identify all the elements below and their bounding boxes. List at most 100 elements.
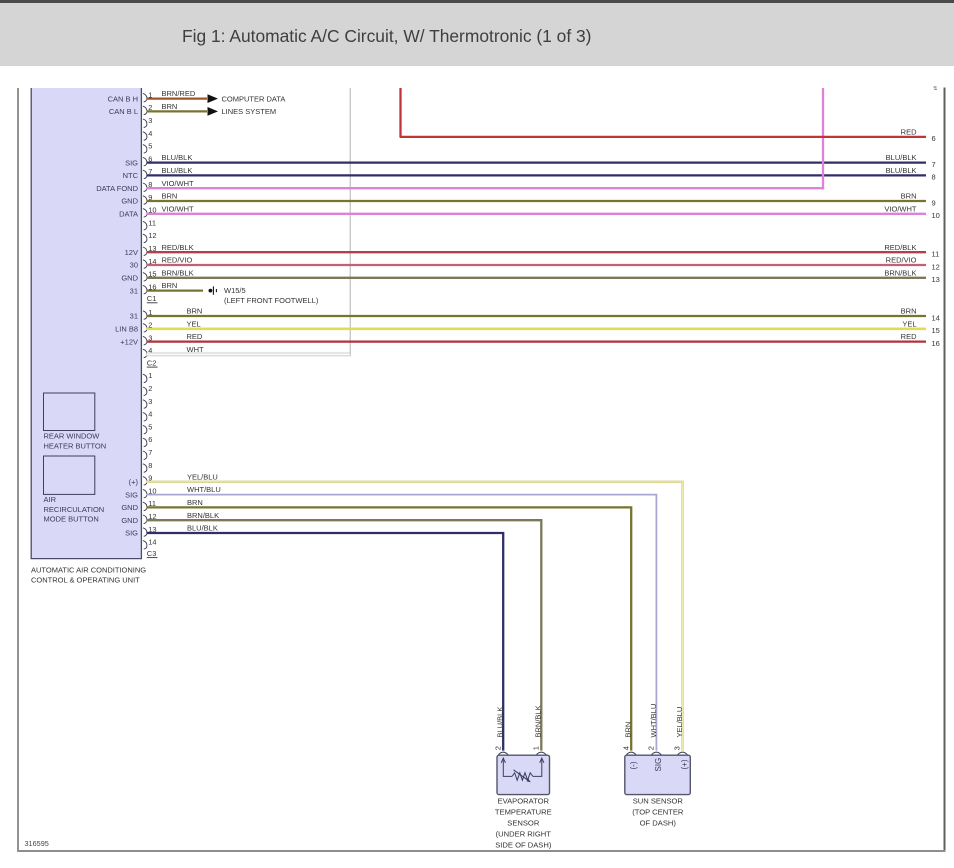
svg-text:BRN: BRN [162,192,178,201]
svg-text:16: 16 [932,339,940,348]
svg-text:8: 8 [932,173,936,182]
svg-text:GND: GND [121,503,138,512]
svg-text:BLU/BLK: BLU/BLK [162,166,193,175]
svg-text:GND: GND [121,197,138,206]
svg-text:(-): (-) [629,761,638,769]
svg-text:(+): (+) [129,478,139,487]
svg-text:15: 15 [932,326,940,335]
svg-text:2: 2 [493,746,502,750]
svg-text:AIR: AIR [44,495,57,504]
svg-text:C1: C1 [147,294,157,303]
svg-text:DATA: DATA [119,210,138,219]
svg-text:6: 6 [932,134,936,143]
svg-text:10: 10 [932,211,940,220]
svg-text:5: 5 [148,142,152,151]
svg-text:TEMPERATURE: TEMPERATURE [495,807,552,816]
svg-text:C2: C2 [147,358,157,367]
svg-text:REAR WINDOW: REAR WINDOW [44,432,101,441]
svg-text:MODE BUTTON: MODE BUTTON [44,515,99,524]
svg-text:SIG: SIG [125,490,138,499]
svg-text:VIO/WHT: VIO/WHT [162,204,194,213]
svg-text:OF DASH): OF DASH) [640,818,677,827]
svg-text:SUN SENSOR: SUN SENSOR [633,796,684,805]
svg-text:(TOP CENTER: (TOP CENTER [632,807,684,816]
svg-text:11: 11 [148,218,156,227]
svg-text:BRN/BLK: BRN/BLK [884,268,916,277]
svg-text:31: 31 [130,312,138,321]
svg-text:BRN/BLK: BRN/BLK [534,705,543,737]
svg-text:RED/BLK: RED/BLK [884,243,916,252]
svg-text:LIN B8: LIN B8 [115,325,138,334]
svg-text:CAN B L: CAN B L [109,107,138,116]
svg-text:6: 6 [148,435,152,444]
svg-text:12: 12 [932,262,940,271]
svg-text:1: 1 [532,746,541,750]
svg-text:9: 9 [932,198,936,207]
svg-text:RED/BLK: RED/BLK [162,243,194,252]
svg-text:RED: RED [901,128,917,137]
svg-text:BRN: BRN [901,307,917,316]
svg-text:2: 2 [647,746,656,750]
svg-text:LINES SYSTEM: LINES SYSTEM [222,107,277,116]
svg-text:5: 5 [148,422,152,431]
svg-text:C3: C3 [147,549,157,558]
svg-text:BLU/BLK: BLU/BLK [187,524,218,533]
svg-text:14: 14 [148,538,156,547]
svg-text:GND: GND [121,274,138,283]
svg-text:12: 12 [148,231,156,240]
svg-text:DATA FOND: DATA FOND [96,184,138,193]
svg-text:SENSOR: SENSOR [507,818,540,827]
svg-text:RED: RED [187,332,203,341]
svg-text:2: 2 [148,384,152,393]
svg-text:YEL: YEL [902,319,916,328]
svg-text:WHT/BLU: WHT/BLU [187,485,221,494]
svg-text:NTC: NTC [123,171,139,180]
svg-text:BRN: BRN [187,307,203,316]
svg-text:BLU/BLK: BLU/BLK [886,166,917,175]
svg-text:RED: RED [901,332,917,341]
svg-text:11: 11 [932,250,940,259]
svg-text:AUTOMATIC AIR CONDITIONING: AUTOMATIC AIR CONDITIONING [31,565,146,574]
svg-text:WHT: WHT [187,345,204,354]
svg-text:BRN: BRN [624,722,633,738]
svg-text:WHT/BLU: WHT/BLU [649,704,658,738]
svg-text:4: 4 [621,746,630,750]
svg-text:YEL/BLU: YEL/BLU [187,472,218,481]
svg-text:BLU/BLK: BLU/BLK [886,153,917,162]
svg-text:BRN: BRN [162,281,178,290]
svg-text:EVAPORATOR: EVAPORATOR [498,796,550,805]
svg-text:RED/VIO: RED/VIO [162,256,193,265]
svg-text:3: 3 [148,397,152,406]
svg-text:GND: GND [121,516,138,525]
svg-text:RECIRCULATION: RECIRCULATION [44,505,105,514]
svg-text:(UNDER RIGHT: (UNDER RIGHT [496,829,552,838]
svg-text:+12V: +12V [120,337,138,346]
svg-text:COMPUTER DATA: COMPUTER DATA [222,94,286,103]
svg-text:3: 3 [673,746,682,750]
svg-text:YEL/BLU: YEL/BLU [675,707,684,738]
svg-text:BLU/BLK: BLU/BLK [162,153,193,162]
svg-text:12V: 12V [125,248,138,257]
svg-text:VIO/WHT: VIO/WHT [884,204,916,213]
svg-text:1: 1 [148,371,152,380]
svg-text:BRN/RED: BRN/RED [162,89,196,98]
svg-text:BLU/BLK: BLU/BLK [496,707,505,738]
svg-text:BRN: BRN [162,102,178,111]
svg-text:316595: 316595 [25,839,49,848]
svg-text:W15/5: W15/5 [224,286,246,295]
svg-text:VIO/WHT: VIO/WHT [162,179,194,188]
svg-text:HEATER BUTTON: HEATER BUTTON [44,442,107,451]
svg-text:4: 4 [148,410,152,419]
svg-text:BRN: BRN [901,192,917,201]
svg-text:BRN: BRN [187,498,203,507]
svg-text:14: 14 [932,313,940,322]
svg-text:SIDE OF DASH): SIDE OF DASH) [495,840,552,849]
svg-text:4: 4 [148,129,152,138]
svg-text:30: 30 [130,261,138,270]
svg-text:CAN B H: CAN B H [108,94,138,103]
svg-text:13: 13 [932,275,940,284]
svg-text:31: 31 [130,286,138,295]
svg-text:8: 8 [148,461,152,470]
svg-text:3: 3 [148,116,152,125]
svg-text:YEL: YEL [187,319,201,328]
